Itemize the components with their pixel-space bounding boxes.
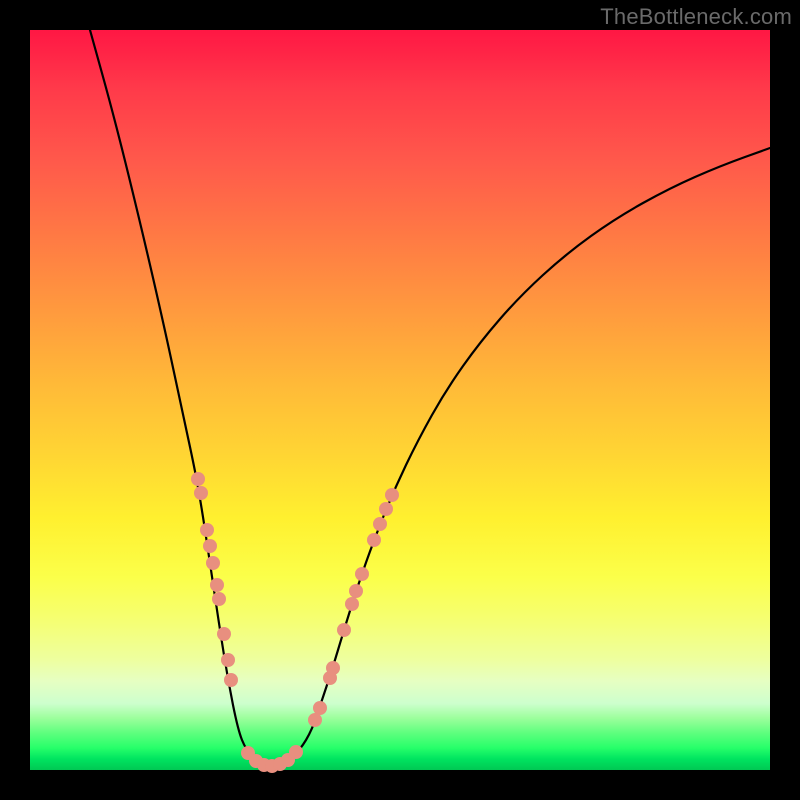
marker-dot <box>385 488 399 502</box>
marker-dot <box>345 597 359 611</box>
marker-dot <box>221 653 235 667</box>
marker-dot <box>203 539 217 553</box>
marker-dot <box>308 713 322 727</box>
marker-dot <box>355 567 369 581</box>
marker-dot <box>224 673 238 687</box>
marker-dot <box>200 523 214 537</box>
marker-dot <box>337 623 351 637</box>
marker-dot <box>194 486 208 500</box>
marker-dot <box>367 533 381 547</box>
marker-dot <box>326 661 340 675</box>
marker-dot <box>191 472 205 486</box>
v-curve-path <box>90 30 770 765</box>
marker-dot <box>217 627 231 641</box>
marker-group <box>191 472 399 773</box>
plot-area <box>30 30 770 770</box>
marker-dot <box>349 584 363 598</box>
marker-dot <box>210 578 224 592</box>
marker-dot <box>289 745 303 759</box>
marker-dot <box>313 701 327 715</box>
watermark-label: TheBottleneck.com <box>600 4 792 30</box>
marker-dot <box>373 517 387 531</box>
marker-dot <box>206 556 220 570</box>
marker-dot <box>212 592 226 606</box>
chart-stage: TheBottleneck.com <box>0 0 800 800</box>
curve-svg <box>30 30 770 770</box>
marker-dot <box>379 502 393 516</box>
